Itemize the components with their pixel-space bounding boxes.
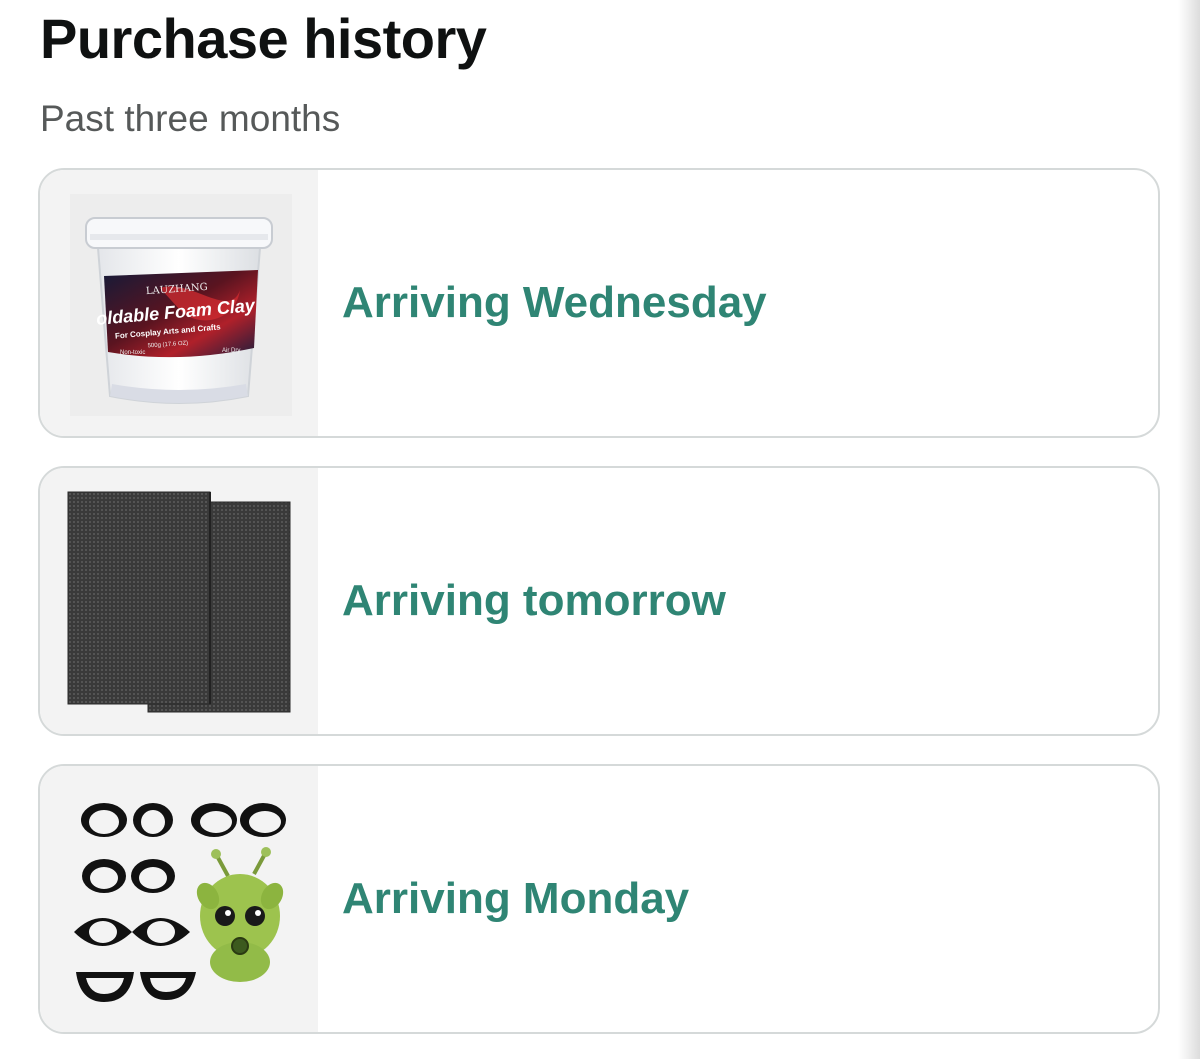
safety-eyes-image	[74, 803, 286, 1002]
order-card-mesh-sheets[interactable]: Arriving tomorrow	[38, 466, 1160, 736]
order-list: LAUZHANG oldable Foam Clay For Cosplay A…	[38, 168, 1160, 1062]
page-title: Purchase history	[40, 7, 487, 70]
order-card-foam-clay[interactable]: LAUZHANG oldable Foam Clay For Cosplay A…	[38, 168, 1160, 438]
tub-lid	[85, 217, 273, 249]
page-subtitle: Past three months	[40, 98, 341, 139]
right-edge-shadow	[1178, 0, 1200, 1059]
foam-clay-tub-image: LAUZHANG oldable Foam Clay For Cosplay A…	[70, 194, 292, 416]
delivery-status[interactable]: Arriving Wednesday	[342, 170, 767, 436]
left-note-text: Non-toxic	[120, 350, 145, 356]
right-note-text: Air Dry	[222, 348, 240, 354]
mesh-sheets-image	[67, 491, 291, 713]
mesh-sheet-front	[67, 491, 211, 705]
order-card-safety-eyes[interactable]: Arriving Monday	[38, 764, 1160, 1034]
product-thumbnail[interactable]	[40, 468, 318, 734]
product-thumbnail[interactable]: LAUZHANG oldable Foam Clay For Cosplay A…	[40, 170, 318, 436]
product-thumbnail[interactable]	[40, 766, 318, 1032]
plush-figurine	[196, 847, 284, 982]
delivery-status[interactable]: Arriving Monday	[342, 766, 689, 1032]
delivery-status[interactable]: Arriving tomorrow	[342, 468, 726, 734]
